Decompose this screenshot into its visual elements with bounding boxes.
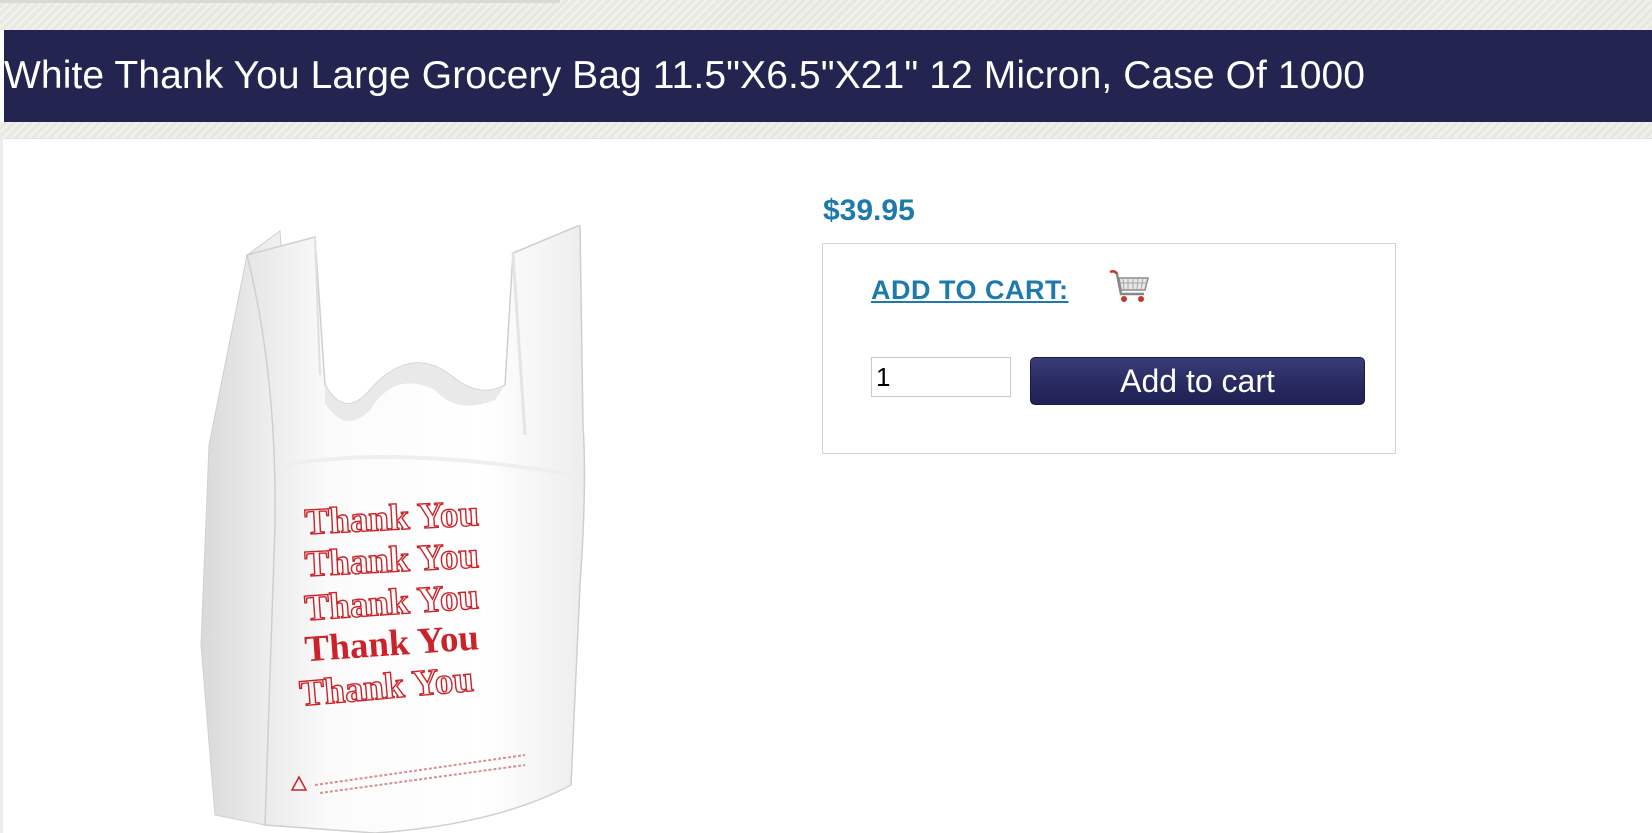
top-rule (0, 0, 560, 3)
product-title: White Thank You Large Grocery Bag 11.5"X… (4, 54, 1366, 97)
add-to-cart-link[interactable]: ADD TO CART: (871, 275, 1069, 306)
product-price: $39.95 (823, 194, 915, 227)
add-to-cart-button[interactable]: Add to cart (1030, 357, 1365, 405)
add-to-cart-box: ADD TO CART: Add to cart (822, 243, 1396, 454)
product-title-bar: White Thank You Large Grocery Bag 11.5"X… (4, 30, 1652, 123)
content-left-border (0, 138, 3, 833)
product-image[interactable]: Thank You Thank You Thank You Thank You … (195, 225, 615, 833)
shopping-cart-icon[interactable] (1108, 268, 1152, 308)
top-decorative-strip (0, 0, 1652, 30)
title-underline-strip (0, 122, 1652, 139)
quantity-input[interactable] (871, 357, 1011, 397)
